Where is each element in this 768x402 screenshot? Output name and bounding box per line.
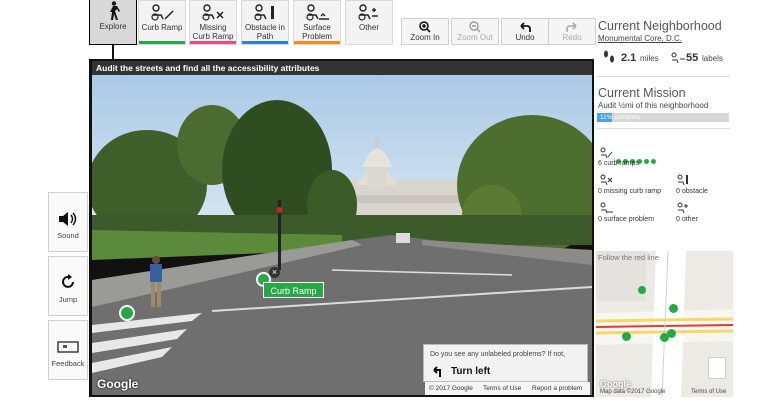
tool-color-bar: [294, 41, 340, 44]
zoom-out-label: Zoom Out: [457, 33, 493, 42]
minimap-marker: [622, 332, 631, 341]
sound-button[interactable]: Sound: [48, 192, 88, 252]
turn-left-tooltip: Do you see any unlabeled problems? If no…: [423, 344, 588, 382]
jump-label: Jump: [58, 295, 78, 304]
missing-curb-ramp-tool-button[interactable]: Missing Curb Ramp: [189, 0, 237, 45]
tool-color-bar: [139, 41, 185, 44]
zoom-out-icon: [452, 19, 498, 33]
turn-left-arrow-icon: [430, 364, 444, 378]
minimap-terms-link[interactable]: Terms of Use: [691, 389, 726, 395]
obstacle-in-path-tool-button[interactable]: Obstacle in Path: [241, 0, 289, 45]
redo-icon: [549, 19, 595, 33]
minimap-marker: [667, 329, 676, 338]
curb-ramp-dot: [644, 159, 649, 164]
tool-label: Missing Curb Ramp: [192, 23, 234, 41]
labels-unit: labels: [702, 54, 723, 63]
google-logo: Google: [97, 377, 139, 391]
undo-button[interactable]: Undo: [501, 18, 549, 45]
redo-label: Redo: [562, 33, 582, 42]
compass-reset-button[interactable]: [708, 357, 726, 379]
tool-label: Surface Problem: [302, 23, 332, 41]
audit-instruction-banner: Audit the streets and find all the acces…: [92, 61, 592, 75]
divider: [597, 76, 730, 77]
tool-color-bar: [190, 41, 236, 44]
other-icon: [346, 1, 392, 23]
miles-unit: miles: [640, 54, 659, 63]
street-view-footer: © 2017 Google Terms of Use Report a prob…: [425, 382, 590, 395]
labels-icon: [670, 51, 686, 69]
zoom-in-label: Zoom In: [410, 33, 440, 42]
surface-problem-icon: [294, 1, 340, 23]
zoom-out-button[interactable]: Zoom Out: [451, 18, 499, 45]
speech-bubble-icon: [49, 321, 87, 355]
tooltip-question: Do you see any unlabeled problems? If no…: [430, 351, 566, 358]
zoom-in-icon: [402, 19, 448, 33]
close-icon[interactable]: ×: [269, 267, 280, 278]
feedback-label: Feedback: [51, 359, 85, 368]
other-tool-button[interactable]: Other: [345, 0, 393, 45]
minimap-marker: [669, 304, 678, 313]
obstacle-count: 0 obstacle: [676, 188, 708, 195]
jump-icon: [49, 257, 87, 291]
turn-left-action[interactable]: Turn left: [451, 366, 490, 377]
minimap-data-credit: Map data ©2017 Google: [600, 389, 666, 395]
divider: [597, 128, 730, 129]
curb-ramp-label-tag[interactable]: Curb Ramp: [263, 282, 324, 298]
neighborhood-name-link[interactable]: Monumental Core, D.C.: [598, 34, 682, 43]
missing-curb-ramp-count: 0 missing curb ramp: [598, 188, 662, 195]
footsteps-icon: [603, 50, 615, 69]
explore-indicator-line: [112, 45, 114, 59]
redo-button[interactable]: Redo: [548, 18, 596, 45]
explore-tool-button[interactable]: Explore: [89, 0, 137, 45]
walking-person-icon: [90, 0, 136, 22]
zoom-in-button[interactable]: Zoom In: [401, 18, 449, 45]
undo-label: Undo: [515, 33, 535, 42]
tool-color-bar: [242, 41, 288, 44]
undo-icon: [502, 19, 548, 33]
missing-curb-ramp-icon: [190, 1, 236, 23]
curb-ramps-count: 6 curb ramps: [598, 160, 639, 167]
tool-label: Obstacle in Path: [244, 23, 286, 41]
surface-problem-tool-button[interactable]: Surface Problem: [293, 0, 341, 45]
curb-ramp-dot: [651, 159, 656, 164]
mission-description: Audit ½mi of this neighborhood: [598, 101, 709, 110]
minimap-google-logo: Google: [600, 379, 631, 389]
mission-title: Current Mission: [598, 86, 686, 100]
neighborhood-title: Current Neighborhood: [598, 19, 722, 33]
minimap-marker: [638, 286, 646, 294]
copyright-text: © 2017 Google: [429, 385, 473, 392]
jump-button[interactable]: Jump: [48, 256, 88, 316]
terms-link[interactable]: Terms of Use: [483, 382, 521, 395]
speaker-icon: [49, 193, 87, 227]
curb-ramp-icon: [139, 1, 185, 23]
labels-count-value: 55: [686, 52, 699, 64]
report-problem-link[interactable]: Report a problem: [532, 382, 582, 395]
curb-ramp-tool-button[interactable]: Curb Ramp: [138, 0, 186, 45]
obstacle-icon: [242, 1, 288, 23]
curb-ramp-marker[interactable]: [119, 305, 135, 321]
other-count: 0 other: [676, 216, 698, 223]
miles-audited-value: 2.1: [621, 52, 637, 64]
tool-label: Curb Ramp: [141, 23, 183, 32]
surface-problem-count: 0 surface problem: [598, 216, 655, 223]
feedback-button[interactable]: Feedback: [48, 320, 88, 380]
curb-ramp-dots: [616, 151, 658, 164]
tool-label: Other: [358, 23, 379, 32]
sound-label: Sound: [57, 231, 79, 240]
mission-progress-text: 11% complete: [600, 114, 641, 121]
mission-progress-bar: 11% complete: [597, 113, 729, 122]
follow-red-line-hint: Follow the red line: [598, 253, 659, 262]
minimap[interactable]: Follow the red line Google Map data ©201…: [596, 251, 733, 397]
tool-label: Explore: [99, 22, 127, 31]
